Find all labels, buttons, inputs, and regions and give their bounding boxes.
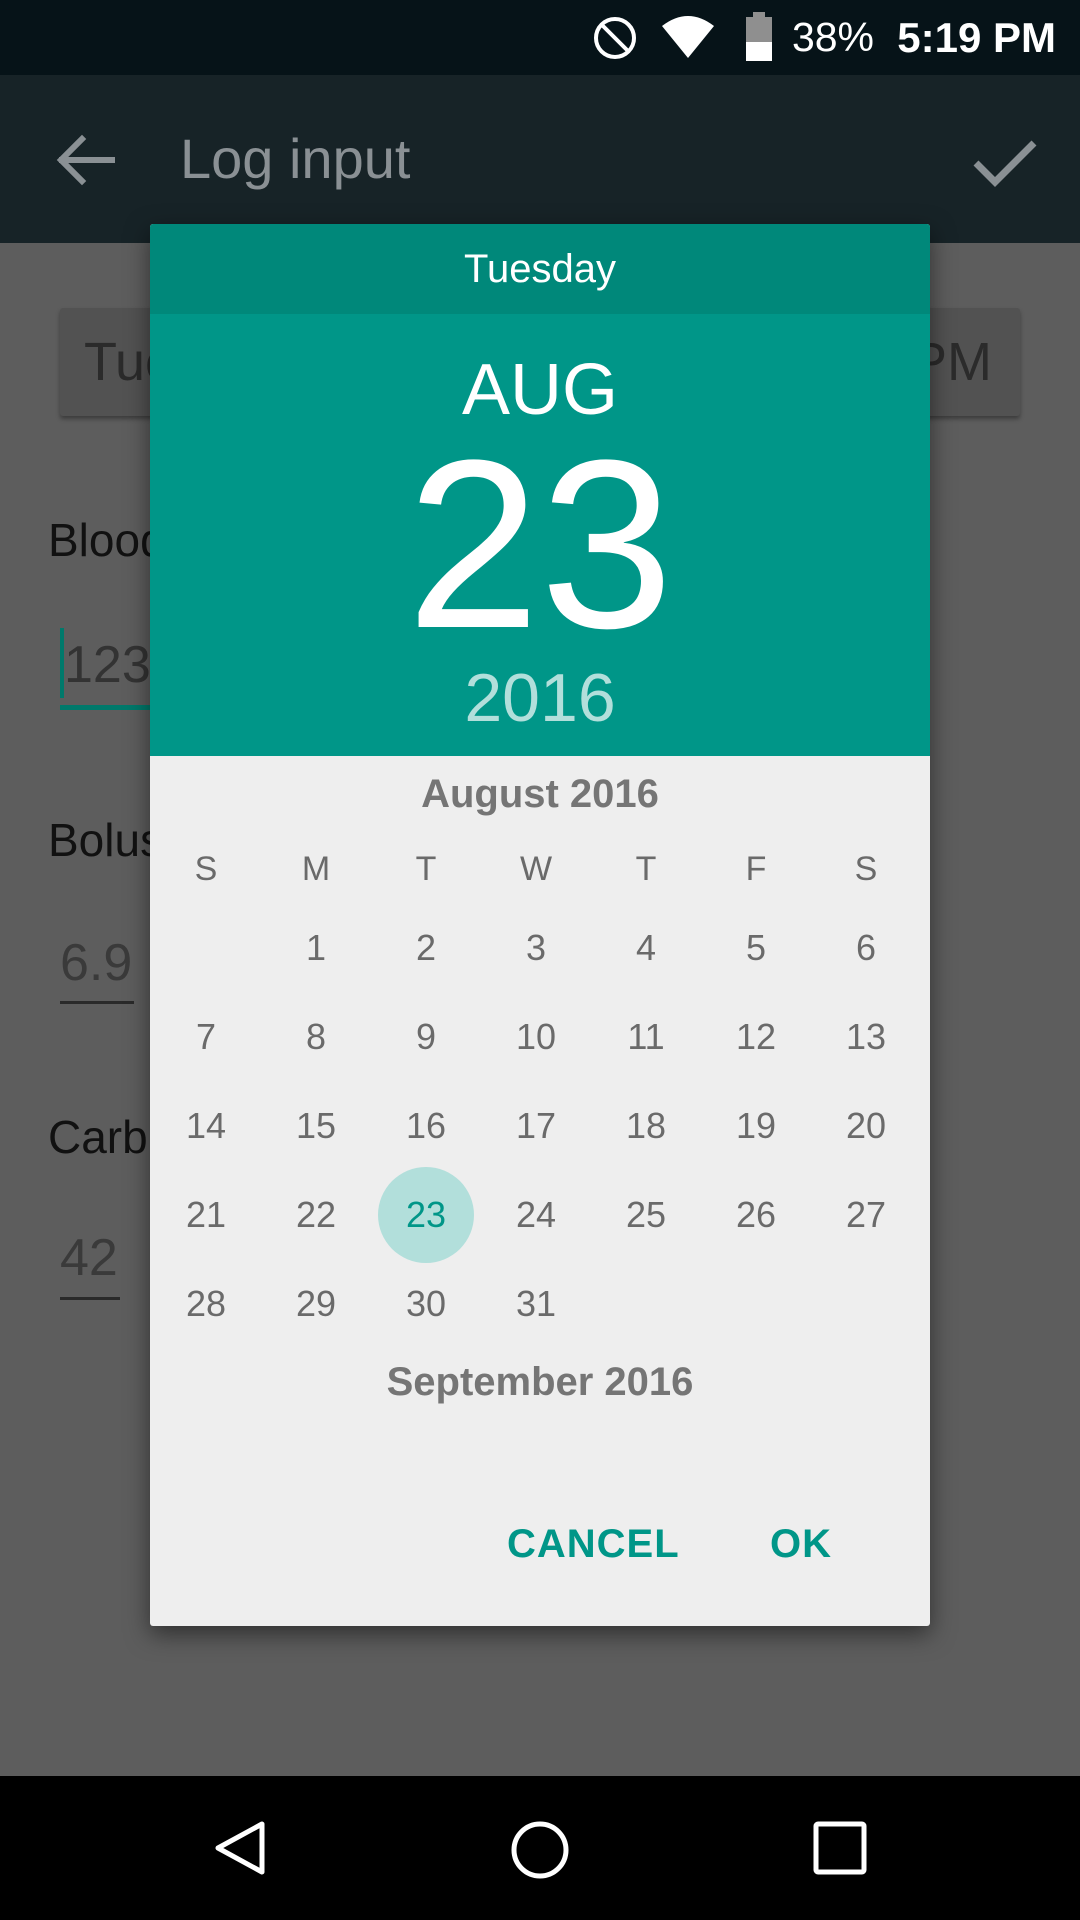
calendar-day[interactable]: 2: [378, 900, 474, 996]
calendar-day[interactable]: 16: [378, 1078, 474, 1174]
blood-glucose-label: Blood: [48, 514, 166, 566]
calendar-day[interactable]: 15: [268, 1078, 364, 1174]
calendar-day[interactable]: 14: [158, 1078, 254, 1174]
weekday-header: T: [415, 850, 437, 888]
calendar-day[interactable]: 5: [708, 900, 804, 996]
weekday-header: S: [854, 850, 878, 888]
selected-year[interactable]: 2016: [150, 664, 930, 732]
next-month-title: September 2016: [386, 1360, 694, 1404]
nav-home-icon[interactable]: [508, 1818, 572, 1882]
calendar-month-title: August 2016: [421, 772, 659, 816]
calendar-day[interactable]: 30: [378, 1256, 474, 1352]
calendar-day[interactable]: 29: [268, 1256, 364, 1352]
navigation-bar: [0, 1776, 1080, 1920]
calendar-day[interactable]: 9: [378, 989, 474, 1085]
date-picker-dialog: Tuesday AUG 23 2016 August 2016 SMTWTFS …: [150, 224, 930, 1626]
calendar-day[interactable]: 17: [488, 1078, 584, 1174]
carbs-label: Carb: [48, 1111, 148, 1163]
calendar-day[interactable]: 22: [268, 1167, 364, 1263]
page-title: Log input: [180, 127, 411, 190]
ok-button[interactable]: OK: [770, 1504, 832, 1584]
calendar-day[interactable]: 31: [488, 1256, 584, 1352]
weekday-header: T: [635, 850, 657, 888]
bolus-label: Bolus: [48, 814, 164, 866]
carbs-input[interactable]: 42: [60, 1228, 118, 1288]
date-header: AUG 23 2016: [150, 314, 930, 756]
clock: 5:19 PM: [897, 13, 1056, 61]
weekday-header: F: [745, 850, 767, 888]
carbs-underline: [60, 1297, 120, 1300]
calendar-day[interactable]: 28: [158, 1256, 254, 1352]
bolus-input[interactable]: 6.9: [60, 933, 132, 993]
bolus-underline: [60, 1001, 134, 1004]
calendar-day[interactable]: 21: [158, 1167, 254, 1263]
checkmark-icon[interactable]: [970, 125, 1040, 195]
calendar-day[interactable]: 7: [158, 989, 254, 1085]
calendar-day[interactable]: 6: [818, 900, 914, 996]
calendar-day[interactable]: 26: [708, 1167, 804, 1263]
calendar-day[interactable]: 4: [598, 900, 694, 996]
weekday-header: S: [194, 850, 218, 888]
cancel-button[interactable]: CANCEL: [507, 1504, 680, 1584]
selected-day[interactable]: 23: [150, 424, 930, 664]
nav-recents-icon[interactable]: [812, 1820, 868, 1876]
blood-glucose-underline: [60, 705, 150, 710]
battery-percent: 38%: [791, 14, 874, 60]
calendar-day[interactable]: 12: [708, 989, 804, 1085]
nav-back-icon[interactable]: [210, 1818, 270, 1878]
calendar-day[interactable]: 1: [268, 900, 364, 996]
wifi-icon: [662, 16, 714, 58]
battery-icon: [746, 12, 772, 61]
calendar-day[interactable]: 11: [598, 989, 694, 1085]
calendar-day[interactable]: 10: [488, 989, 584, 1085]
calendar-day[interactable]: 19: [708, 1078, 804, 1174]
status-bar: 38% 5:19 PM: [0, 0, 1080, 75]
calendar-day[interactable]: 20: [818, 1078, 914, 1174]
blood-glucose-input[interactable]: 123: [64, 635, 151, 695]
calendar-day[interactable]: 27: [818, 1167, 914, 1263]
calendar-day-selected[interactable]: 23: [378, 1167, 474, 1263]
calendar-day[interactable]: 18: [598, 1078, 694, 1174]
calendar-day[interactable]: 13: [818, 989, 914, 1085]
do-not-disturb-icon: [594, 17, 636, 59]
calendar-day[interactable]: 3: [488, 900, 584, 996]
calendar-day[interactable]: 8: [268, 989, 364, 1085]
back-arrow-icon[interactable]: [52, 127, 118, 193]
weekday-header: W: [519, 850, 553, 888]
calendar-day[interactable]: 24: [488, 1167, 584, 1263]
selected-weekday: Tuesday: [150, 224, 930, 314]
weekday-header: M: [301, 850, 331, 888]
app-bar: Log input: [0, 75, 1080, 243]
calendar-day[interactable]: 25: [598, 1167, 694, 1263]
